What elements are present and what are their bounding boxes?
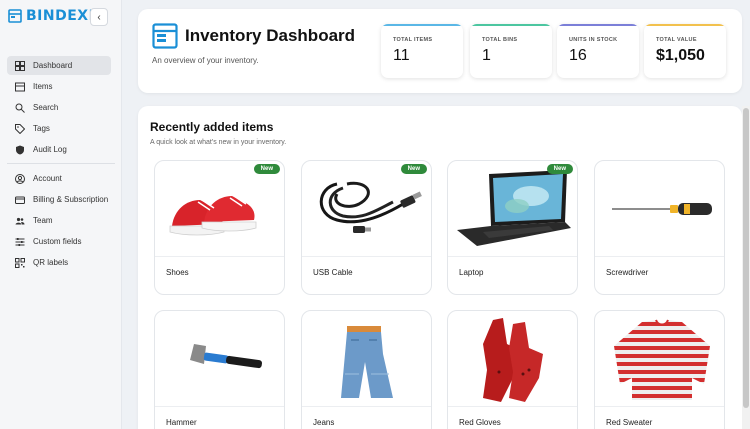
page-scrollbar[interactable]: [742, 106, 750, 429]
dashboard-icon: [15, 60, 25, 71]
item-name: USB Cable: [313, 268, 353, 277]
usb-cable-image: [319, 181, 422, 233]
item-card-red-sweater[interactable]: Red Sweater: [594, 310, 725, 429]
item-image: [155, 311, 284, 407]
account-icon: [15, 173, 25, 184]
hammer-image: [189, 343, 262, 368]
sidebar-item-label: Items: [33, 82, 53, 91]
stat-value: 1: [482, 47, 491, 64]
section-subtitle: A quick look at what's new in your inven…: [150, 139, 287, 146]
stat-label: UNITS IN STOCK: [569, 37, 618, 43]
inventory-bin-icon: [152, 23, 178, 49]
item-image: [302, 311, 431, 407]
item-card-hammer[interactable]: Hammer: [154, 310, 285, 429]
item-card-usb-cable[interactable]: New USB Cable: [301, 160, 432, 295]
item-name: Red Sweater: [606, 418, 653, 427]
section-title: Recently added items: [150, 120, 274, 134]
red-sneakers-image: [169, 194, 256, 235]
sidebar-item-team[interactable]: Team: [7, 211, 111, 230]
stat-total-bins: TOTAL BINS 1: [470, 24, 552, 78]
sidebar-item-label: Account: [33, 174, 62, 183]
item-image: [595, 161, 724, 257]
item-image: [595, 311, 724, 407]
item-card-red-gloves[interactable]: Red Gloves: [447, 310, 578, 429]
stat-accent-bar: [381, 24, 463, 26]
sidebar-item-tags[interactable]: Tags: [7, 119, 111, 138]
page-subtitle: An overview of your inventory.: [152, 56, 259, 65]
collapse-sidebar-button[interactable]: ‹: [90, 8, 108, 26]
sidebar-item-qr-labels[interactable]: QR labels: [7, 253, 111, 272]
recent-items-panel: Recently added items A quick look at wha…: [138, 106, 742, 429]
jeans-image: [340, 325, 393, 398]
item-image: [448, 311, 577, 407]
sliders-icon: [15, 237, 25, 246]
brand[interactable]: BINDEXR: [8, 8, 100, 24]
sidebar-item-custom-fields[interactable]: Custom fields: [7, 232, 111, 251]
item-card-jeans[interactable]: Jeans: [301, 310, 432, 429]
item-image: [448, 161, 577, 257]
dashboard-header: Inventory Dashboard An overview of your …: [138, 9, 742, 93]
sidebar-item-label: Search: [33, 103, 59, 112]
sidebar-primary-nav: Dashboard Items Search Tags Audit Log: [7, 56, 111, 161]
item-image: [302, 161, 431, 257]
scrollbar-thumb[interactable]: [743, 108, 749, 408]
red-gloves-image: [482, 317, 543, 402]
sidebar-item-billing[interactable]: Billing & Subscription: [7, 190, 111, 209]
stat-label: TOTAL ITEMS: [393, 37, 433, 43]
bin-logo-icon: [8, 9, 22, 23]
sidebar-item-label: QR labels: [33, 258, 69, 267]
qr-icon: [15, 257, 25, 268]
item-image: [155, 161, 284, 257]
laptop-image: [456, 169, 571, 246]
stat-value: 16: [569, 47, 587, 64]
new-badge: New: [400, 164, 427, 174]
item-name: Red Gloves: [459, 418, 501, 427]
item-card-laptop[interactable]: New Laptop: [447, 160, 578, 295]
sidebar-item-dashboard[interactable]: Dashboard: [7, 56, 111, 75]
item-card-shoes[interactable]: New Shoes: [154, 160, 285, 295]
stat-accent-bar: [644, 24, 726, 26]
stat-value: 11: [393, 47, 410, 64]
new-badge: New: [253, 164, 280, 174]
tag-icon: [15, 123, 25, 134]
sidebar-divider: [7, 163, 115, 164]
item-name: Screwdriver: [606, 268, 649, 277]
item-name: Laptop: [459, 268, 484, 277]
screwdriver-image: [611, 202, 712, 215]
sidebar-item-items[interactable]: Items: [7, 77, 111, 96]
team-icon: [15, 217, 25, 224]
stat-total-items: TOTAL ITEMS 11: [381, 24, 463, 78]
sidebar-item-label: Billing & Subscription: [33, 195, 109, 204]
shield-icon: [16, 145, 24, 154]
sidebar-item-label: Custom fields: [33, 237, 82, 246]
item-name: Jeans: [313, 418, 335, 427]
item-card-screwdriver[interactable]: Screwdriver: [594, 160, 725, 295]
item-name: Hammer: [166, 418, 197, 427]
brand-name: BINDEXR: [26, 8, 100, 24]
sidebar-item-audit-log[interactable]: Audit Log: [7, 140, 111, 159]
sidebar: BINDEXR ‹ Dashboard Items Search Tags Au…: [0, 0, 122, 429]
sidebar-item-label: Team: [33, 216, 53, 225]
sidebar-item-account[interactable]: Account: [7, 169, 111, 188]
sidebar-item-label: Dashboard: [33, 61, 73, 70]
card-icon: [15, 196, 25, 204]
striped-sweater-image: [613, 319, 710, 400]
item-name: Shoes: [166, 268, 189, 277]
new-badge: New: [546, 164, 573, 174]
sidebar-item-search[interactable]: Search: [7, 98, 111, 117]
stat-value: $1,050: [656, 47, 705, 64]
stat-label: TOTAL BINS: [482, 37, 518, 43]
items-icon: [15, 82, 25, 91]
stat-accent-bar: [470, 24, 552, 26]
sidebar-item-label: Tags: [33, 124, 50, 133]
stat-accent-bar: [557, 24, 639, 26]
stat-label: TOTAL VALUE: [656, 37, 697, 43]
stat-units-in-stock: UNITS IN STOCK 16: [557, 24, 639, 78]
search-icon: [15, 103, 25, 113]
sidebar-item-label: Audit Log: [33, 145, 67, 154]
stat-total-value: TOTAL VALUE $1,050: [644, 24, 726, 78]
sidebar-secondary-nav: Account Billing & Subscription Team Cust…: [7, 169, 111, 274]
page-title: Inventory Dashboard: [185, 26, 356, 45]
chevron-left-icon: ‹: [97, 11, 101, 23]
